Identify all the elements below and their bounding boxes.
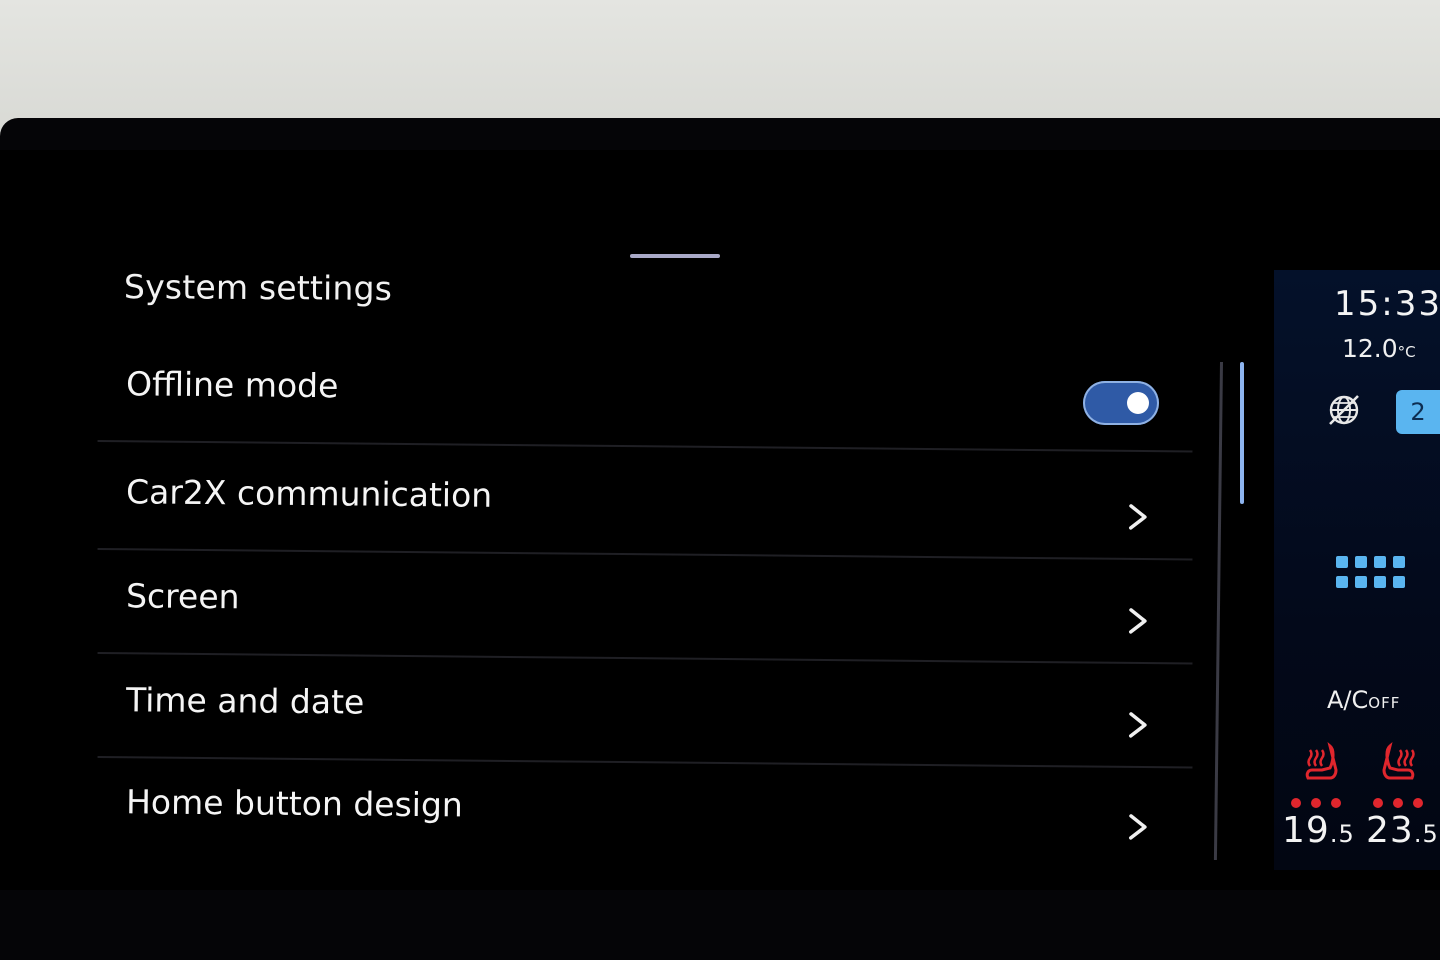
- settings-row-label: Time and date: [125, 680, 365, 722]
- offline-mode-toggle[interactable]: [1083, 381, 1159, 425]
- drag-handle[interactable]: [630, 254, 720, 258]
- page-title: System settings: [123, 267, 393, 308]
- ac-state: OFF: [1368, 694, 1401, 712]
- settings-row-car2x[interactable]: Car2X communication: [97, 450, 1194, 561]
- outside-temperature: 12.0°C: [1342, 334, 1416, 363]
- passenger-temperature-dec: .5: [1413, 820, 1439, 848]
- apps-grid-icon[interactable]: [1336, 556, 1406, 590]
- chevron-right-icon: [1129, 712, 1147, 738]
- settings-row-home-button-design[interactable]: Home button design: [98, 760, 1194, 871]
- seat-heat-right-level: [1373, 798, 1423, 808]
- settings-row-label: Screen: [125, 576, 240, 617]
- scrollbar-thumb[interactable]: [1240, 362, 1244, 504]
- seat-heat-right-icon[interactable]: [1376, 742, 1422, 788]
- chevron-right-icon: [1129, 504, 1147, 530]
- clock: 15:33: [1334, 284, 1440, 324]
- notification-badge[interactable]: 2: [1396, 390, 1440, 434]
- ac-status[interactable]: A/COFF: [1327, 686, 1400, 714]
- chevron-right-icon: [1129, 608, 1147, 634]
- toggle-knob: [1127, 392, 1149, 414]
- chevron-right-icon: [1129, 814, 1147, 840]
- driver-temperature-int: 19: [1282, 810, 1330, 851]
- settings-row-time-and-date[interactable]: Time and date: [97, 658, 1194, 769]
- passenger-temperature[interactable]: 23.5: [1366, 810, 1439, 851]
- outside-temperature-value: 12.0: [1342, 334, 1398, 363]
- settings-row-label: Car2X communication: [125, 472, 493, 515]
- driver-temperature[interactable]: 19.5: [1282, 810, 1355, 851]
- settings-row-offline-mode[interactable]: Offline mode: [97, 342, 1194, 453]
- settings-row-label: Offline mode: [125, 364, 339, 406]
- seat-heat-left-level: [1291, 798, 1341, 808]
- offline-globe-icon[interactable]: [1326, 392, 1362, 428]
- settings-row-label: Home button design: [125, 782, 464, 825]
- seat-heat-left-icon[interactable]: [1300, 742, 1346, 788]
- driver-temperature-dec: .5: [1329, 820, 1355, 848]
- ac-label: A/C: [1327, 686, 1369, 714]
- outside-temperature-unit: °C: [1397, 343, 1416, 361]
- settings-row-screen[interactable]: Screen: [97, 554, 1194, 665]
- passenger-temperature-int: 23: [1366, 810, 1414, 851]
